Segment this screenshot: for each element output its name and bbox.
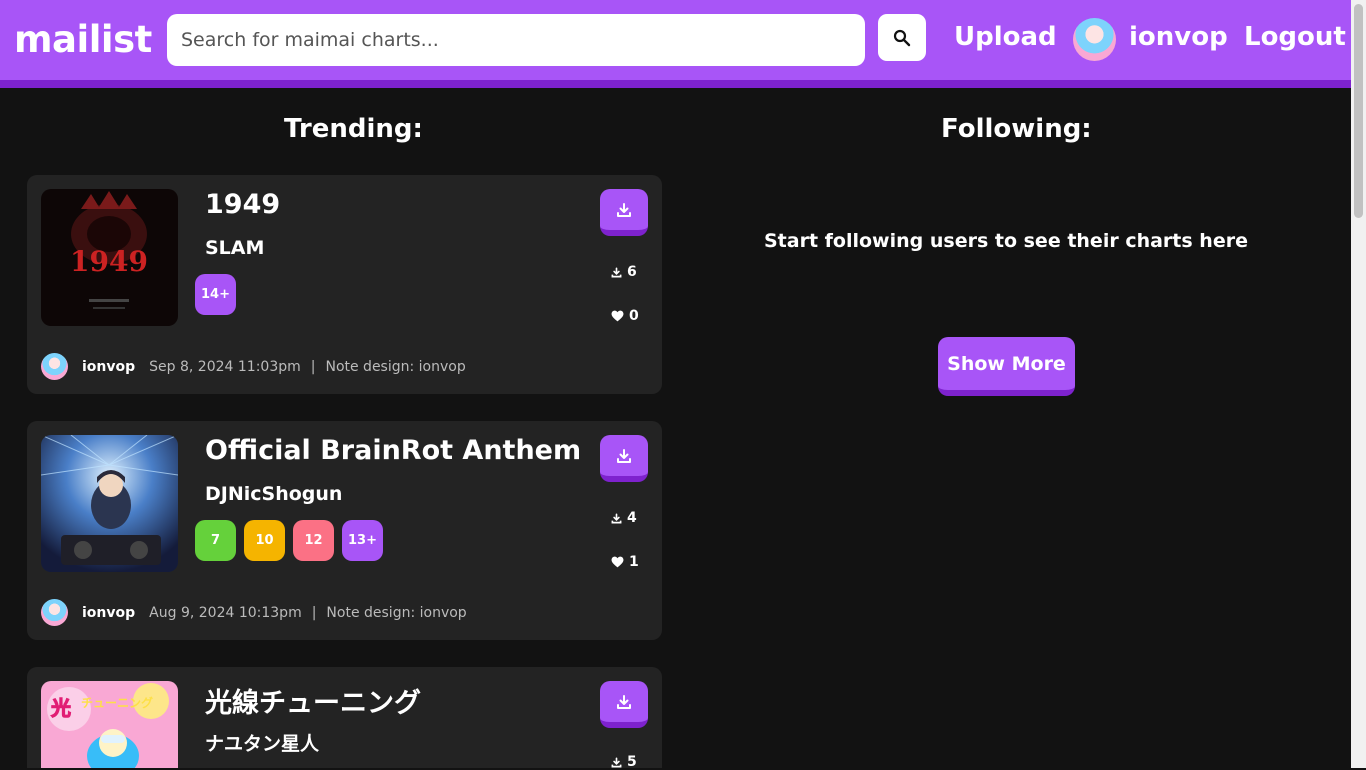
like-count-value: 0: [629, 308, 639, 324]
search-button[interactable]: [878, 14, 926, 61]
difficulty-badge: 13+: [342, 520, 383, 561]
chart-meta: ionvop Aug 9, 2024 10:13pm | Note design…: [41, 599, 467, 626]
download-icon: [611, 513, 622, 523]
search-input[interactable]: [167, 14, 865, 66]
difficulty-levels: 7 10 12 13+: [195, 520, 383, 561]
download-button[interactable]: [600, 681, 648, 728]
heart-icon: [611, 556, 624, 568]
difficulty-badge: 7: [195, 520, 236, 561]
download-icon: [617, 694, 631, 709]
site-logo[interactable]: mailist: [14, 18, 152, 61]
like-count[interactable]: 0: [611, 308, 639, 324]
difficulty-badge: 14+: [195, 274, 236, 315]
download-icon: [611, 757, 622, 767]
chart-artist: SLAM: [205, 237, 265, 259]
user-avatar[interactable]: [1073, 18, 1116, 61]
download-button[interactable]: [600, 435, 648, 482]
chart-cover-image[interactable]: [41, 435, 178, 572]
chart-card[interactable]: Official BrainRot Anthem DJNicShogun 7 1…: [27, 421, 662, 640]
search-icon: [893, 29, 911, 46]
meta-separator: |: [310, 358, 316, 375]
chart-title[interactable]: Official BrainRot Anthem: [205, 435, 581, 466]
following-heading: Following:: [941, 114, 1092, 144]
download-icon: [611, 267, 622, 277]
difficulty-levels: 14+: [195, 274, 236, 315]
svg-text:1949: 1949: [70, 245, 148, 278]
following-empty-message: Start following users to see their chart…: [764, 230, 1248, 252]
svg-text:チューニング: チューニング: [81, 695, 153, 710]
note-design: Note design: ionvop: [326, 604, 467, 621]
like-count[interactable]: 1: [611, 554, 639, 570]
chart-artist: ナユタン星人: [205, 733, 320, 755]
uploader-name[interactable]: ionvop: [82, 605, 135, 621]
download-count: 4: [611, 510, 637, 526]
chart-cover-image[interactable]: 1949: [41, 189, 178, 326]
download-button[interactable]: [600, 189, 648, 236]
download-count-value: 4: [627, 510, 637, 526]
heart-icon: [611, 310, 624, 322]
note-design: Note design: ionvop: [325, 358, 466, 375]
difficulty-badge: 10: [244, 520, 285, 561]
download-icon: [617, 448, 631, 463]
logout-link[interactable]: Logout: [1244, 22, 1346, 52]
difficulty-badge: 12: [293, 520, 334, 561]
svg-text:光: 光: [50, 696, 71, 720]
uploader-name[interactable]: ionvop: [82, 359, 135, 375]
like-count-value: 1: [629, 554, 639, 570]
uploader-avatar[interactable]: [41, 353, 68, 380]
username-link[interactable]: ionvop: [1129, 22, 1228, 52]
upload-date: Sep 8, 2024 11:03pm: [149, 358, 301, 375]
chart-title[interactable]: 光線チューニング: [205, 681, 421, 720]
chart-card[interactable]: 1949 1949 SLAM 14+ 6 0 ionvop Sep 8, 202…: [27, 175, 662, 394]
show-more-button[interactable]: Show More: [938, 337, 1075, 396]
download-icon: [617, 202, 631, 217]
chart-artist: DJNicShogun: [205, 483, 343, 505]
chart-cover-image[interactable]: 光 チューニング: [41, 681, 178, 768]
upload-date: Aug 9, 2024 10:13pm: [149, 604, 302, 621]
download-count-value: 6: [627, 264, 637, 280]
meta-separator: |: [311, 604, 317, 621]
upload-link[interactable]: Upload: [954, 22, 1057, 52]
chart-card[interactable]: 光 チューニング 光線チューニング ナユタン星人 5: [27, 667, 662, 770]
download-count: 6: [611, 264, 637, 280]
chart-title[interactable]: 1949: [205, 189, 280, 220]
uploader-avatar[interactable]: [41, 599, 68, 626]
chart-meta: ionvop Sep 8, 2024 11:03pm | Note design…: [41, 353, 466, 380]
trending-heading: Trending:: [284, 114, 423, 144]
top-navbar: mailist Upload ionvop Logout: [0, 0, 1351, 88]
page-scrollbar-thumb[interactable]: [1354, 4, 1363, 218]
